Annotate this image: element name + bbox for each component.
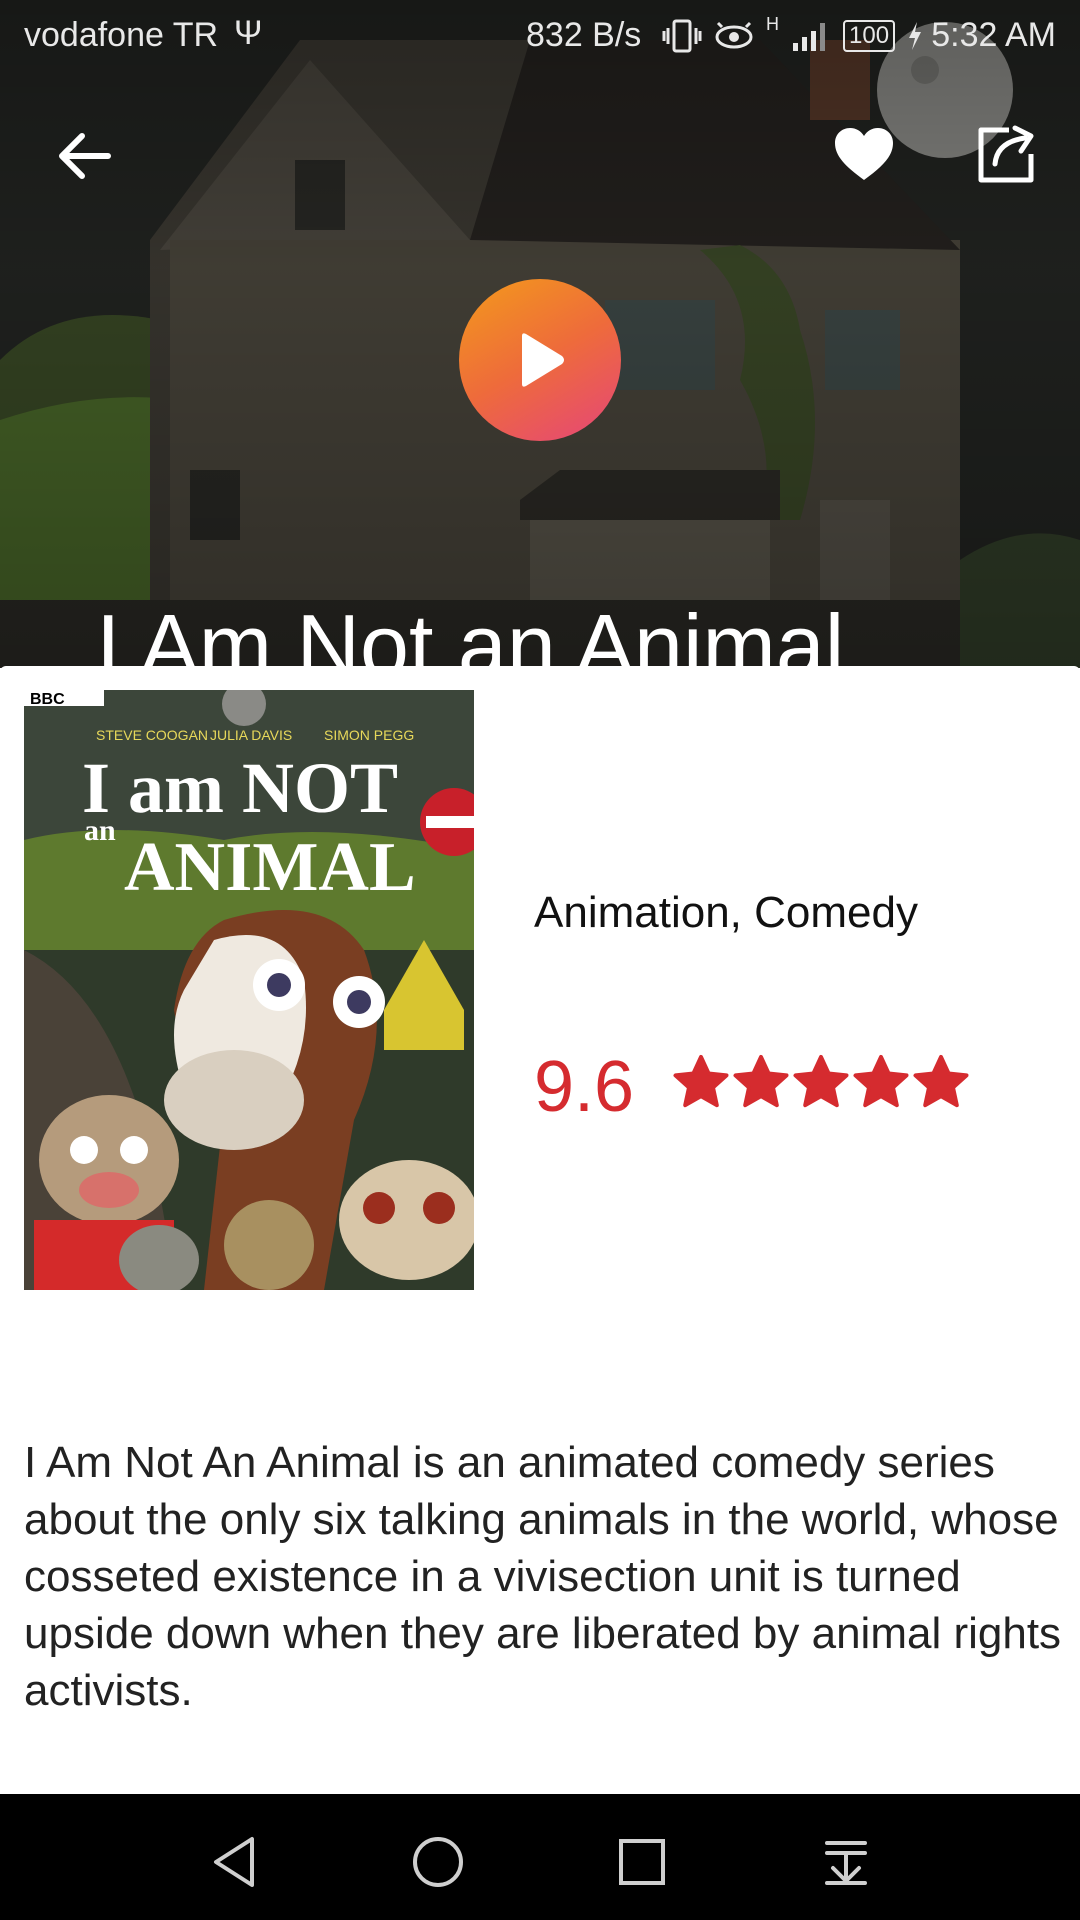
poster-image: BBC STEVE COOGAN JULIA DAVIS SIMON PEGG … — [24, 690, 474, 1290]
poster-cast-2: JULIA DAVIS — [210, 727, 292, 743]
play-button[interactable] — [459, 279, 621, 441]
poster-cast-1: STEVE COOGAN — [96, 727, 208, 743]
share-icon — [978, 125, 1034, 183]
favorite-button[interactable] — [816, 106, 912, 202]
rating-stars — [672, 1054, 970, 1112]
carrier-label: vodafone TR — [24, 16, 219, 54]
movie-description: I Am Not An Animal is an animated comedy… — [24, 1438, 1062, 1715]
signal-icon — [793, 23, 825, 51]
nav-home-button[interactable] — [398, 1822, 478, 1902]
star-icon — [733, 1055, 789, 1108]
back-button[interactable] — [36, 108, 132, 204]
poster-title-line1: I am NOT — [82, 748, 398, 828]
network-speed: 832 B/s — [526, 16, 642, 54]
heart-icon — [835, 128, 893, 180]
vibrate-icon — [662, 19, 702, 53]
eye-icon — [715, 21, 753, 49]
charging-icon — [909, 22, 922, 50]
triangle-back-icon — [214, 1837, 254, 1887]
poster-channel: BBC — [30, 691, 65, 708]
share-button[interactable] — [958, 106, 1054, 202]
genres-label: Animation, Comedy — [534, 888, 918, 937]
arrow-left-icon — [59, 133, 111, 179]
movie-title: I Am Not an Animal — [96, 595, 845, 668]
star-icon — [673, 1055, 729, 1108]
circle-home-icon — [413, 1837, 463, 1887]
hero-backdrop: vodafone TR Ψ 832 B/s H 100 5:32 AM I Am… — [0, 0, 1080, 668]
battery-indicator: 100 — [843, 20, 896, 52]
status-icons: H 100 — [662, 14, 923, 58]
clock: 5:32 AM — [931, 16, 1056, 54]
square-recents-icon — [619, 1839, 665, 1885]
nav-recents-button[interactable] — [602, 1822, 682, 1902]
movie-poster: BBC STEVE COOGAN JULIA DAVIS SIMON PEGG … — [24, 690, 474, 1290]
network-type: H — [766, 14, 779, 34]
play-icon — [522, 333, 564, 387]
usb-icon: Ψ — [234, 14, 263, 52]
status-bar: vodafone TR Ψ 832 B/s H 100 5:32 AM — [0, 0, 1080, 74]
nav-back-button[interactable] — [194, 1822, 274, 1902]
pull-down-icon — [825, 1841, 867, 1885]
poster-title-small: an — [84, 814, 116, 847]
navigation-bar — [0, 1794, 1080, 1920]
poster-title-line2: ANIMAL — [124, 829, 416, 906]
nav-pull-down-button[interactable] — [806, 1822, 886, 1902]
rating-score: 9.6 — [534, 1047, 635, 1127]
star-icon — [913, 1055, 969, 1108]
poster-cast-3: SIMON PEGG — [324, 727, 414, 743]
star-icon — [853, 1055, 909, 1108]
star-icon — [793, 1055, 849, 1108]
